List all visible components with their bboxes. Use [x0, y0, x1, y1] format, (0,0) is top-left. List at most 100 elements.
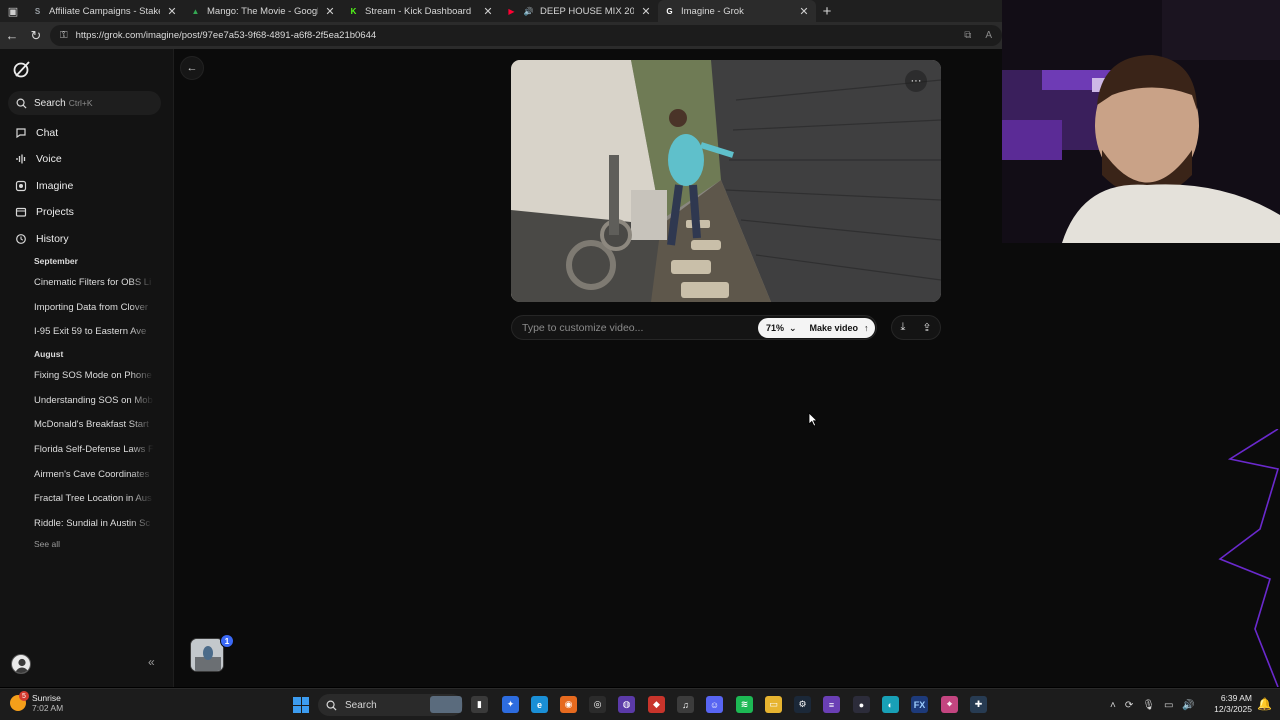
sidebar-item-chat[interactable]: Chat: [8, 122, 163, 144]
share-icon[interactable]: ⇪: [922, 321, 931, 334]
back-arrow-icon[interactable]: ←: [180, 56, 204, 80]
app-available-icon[interactable]: ⧉: [964, 30, 971, 41]
network-icon[interactable]: ▭: [1164, 700, 1173, 711]
tab-close-icon[interactable]: ✕: [482, 5, 494, 18]
system-clock[interactable]: 6:39 AM 12/3/2025: [1212, 693, 1252, 715]
discord-icon[interactable]: ☺: [706, 696, 723, 713]
mouse-cursor-icon: [808, 412, 818, 427]
tab-google-drive[interactable]: ▲ Mango: The Movie - Google Drive ✕: [184, 0, 342, 22]
weather-widget[interactable]: 5 Sunrise 7:02 AM: [10, 691, 64, 713]
system-tray: ˄ ⟳ 🎙 ▭ 🔊: [1110, 689, 1195, 720]
history-item[interactable]: Importing Data from Clover: [34, 302, 154, 313]
sun-weather-icon: 5: [10, 691, 29, 711]
video-editor-icon[interactable]: ≡: [823, 696, 840, 713]
tab-title: Imagine - Grok: [681, 5, 744, 17]
strength-value: 71%: [766, 323, 785, 333]
steam-icon[interactable]: ⚙: [794, 696, 811, 713]
read-aloud-icon[interactable]: A: [985, 30, 992, 41]
app-teal-icon[interactable]: ◐: [882, 696, 899, 713]
weather-title: Sunrise: [32, 693, 61, 703]
strength-dropdown[interactable]: 71% ⌄: [758, 318, 805, 338]
new-tab-plus-icon[interactable]: +: [816, 0, 838, 22]
history-clock-icon: [15, 233, 27, 245]
tab-close-icon[interactable]: ✕: [324, 5, 336, 18]
sidebar-search[interactable]: Search Ctrl+K: [8, 91, 161, 115]
history-item[interactable]: Airmen's Cave Coordinates: [34, 469, 154, 480]
site-info-icon[interactable]: ⚿: [60, 30, 68, 41]
history-item[interactable]: Riddle: Sundial in Austin Sc: [34, 518, 154, 529]
tab-close-icon[interactable]: ✕: [166, 5, 178, 18]
folder-icon: [15, 206, 27, 218]
webcam-feed: [1002, 0, 1280, 243]
speaker-icon[interactable]: 🔊: [523, 6, 534, 17]
make-video-label: Make video: [809, 323, 859, 333]
weather-time: 7:02 AM: [32, 703, 64, 713]
grok-logo-icon[interactable]: [12, 59, 32, 79]
window-menu-icon[interactable]: ▣: [0, 0, 26, 22]
see-all-link[interactable]: See all: [34, 539, 60, 549]
avatar[interactable]: [11, 654, 31, 674]
url-text: https://grok.com/imagine/post/97ee7a53-9…: [75, 30, 377, 41]
attachment-thumbnail[interactable]: [190, 638, 224, 672]
tab-title: Affiliate Campaigns - Stake.us: [49, 5, 160, 17]
sidebar-item-history[interactable]: History: [8, 228, 163, 250]
app-red-icon[interactable]: ◆: [648, 696, 665, 713]
make-video-button[interactable]: Make video ↑: [803, 318, 875, 338]
sidebar-item-projects[interactable]: Projects: [8, 201, 163, 223]
davinci-resolve-icon[interactable]: ✚: [970, 696, 987, 713]
microphone-icon[interactable]: 🎙: [1142, 700, 1155, 711]
tray-chevron-up-icon[interactable]: ˄: [1110, 700, 1116, 711]
history-item[interactable]: Cinematic Filters for OBS Li: [34, 277, 154, 288]
volume-icon[interactable]: 🔊: [1182, 700, 1194, 711]
more-options-icon[interactable]: ···: [905, 70, 927, 92]
video-actions: ⤓ ⇪: [891, 315, 941, 340]
sidebar-item-label: Voice: [36, 153, 62, 165]
file-explorer-icon[interactable]: ▭: [765, 696, 782, 713]
collapse-sidebar-icon[interactable]: «: [148, 655, 155, 669]
generated-video[interactable]: ···: [511, 60, 941, 302]
history-item[interactable]: Understanding SOS on Mob: [34, 395, 154, 406]
tab-close-icon[interactable]: ✕: [640, 5, 652, 18]
tab-title: Stream - Kick Dashboard: [365, 5, 472, 17]
start-windows-icon[interactable]: [293, 697, 309, 713]
search-icon: [326, 700, 337, 711]
news-widget-icon[interactable]: [430, 696, 462, 713]
search-icon: [16, 98, 27, 109]
fx-app-icon[interactable]: FX: [911, 696, 928, 713]
map-pin-icon[interactable]: ⌖: [941, 696, 958, 713]
obs-icon[interactable]: ◍: [618, 696, 635, 713]
tab-close-icon[interactable]: ✕: [798, 5, 810, 18]
chrome-icon[interactable]: ◎: [589, 696, 606, 713]
browser-tab-strip: ▣ S Affiliate Campaigns - Stake.us ✕ ▲ M…: [0, 0, 1002, 22]
history-item[interactable]: Florida Self-Defense Laws F: [34, 444, 154, 455]
edge-browser-icon[interactable]: e: [531, 696, 548, 713]
tray-sync-icon[interactable]: ⟳: [1125, 700, 1133, 711]
sidebar-item-imagine[interactable]: Imagine: [8, 175, 163, 197]
customize-video-input[interactable]: [522, 321, 754, 334]
reload-icon[interactable]: ↻: [24, 22, 48, 49]
history-item[interactable]: McDonald's Breakfast Start: [34, 419, 154, 430]
sidebar-item-voice[interactable]: Voice: [8, 148, 163, 170]
copilot-icon[interactable]: ✦: [502, 696, 519, 713]
notification-bell-icon[interactable]: 🔔: [1257, 697, 1272, 711]
task-view-icon[interactable]: ▮: [471, 696, 488, 713]
video-frame: [511, 60, 941, 302]
history-group-heading: September: [34, 256, 78, 266]
tab-youtube[interactable]: ▶ 🔊 DEEP HOUSE MIX 2025 - YouTube ✕: [500, 0, 658, 22]
app-dark-icon[interactable]: ●: [853, 696, 870, 713]
history-item[interactable]: I-95 Exit 59 to Eastern Ave: [34, 326, 154, 337]
tab-kick[interactable]: K Stream - Kick Dashboard ✕: [342, 0, 500, 22]
download-icon[interactable]: ⤓: [900, 321, 905, 334]
google-drive-icon: ▲: [191, 6, 200, 16]
tab-grok[interactable]: G Imagine - Grok ✕: [658, 0, 816, 22]
back-arrow-icon[interactable]: ←: [0, 22, 24, 49]
history-item[interactable]: Fixing SOS Mode on Phone: [34, 370, 154, 381]
spotify-icon[interactable]: ≋: [736, 696, 753, 713]
history-group-heading: August: [34, 349, 64, 359]
address-bar[interactable]: ⚿ https://grok.com/imagine/post/97ee7a53…: [50, 25, 1002, 46]
tab-stake[interactable]: S Affiliate Campaigns - Stake.us ✕: [26, 0, 184, 22]
history-item[interactable]: Fractal Tree Location in Aus: [34, 493, 154, 504]
sidebar-item-label: History: [36, 233, 69, 245]
music-icon[interactable]: ♫: [677, 696, 694, 713]
firefox-icon[interactable]: ◉: [560, 696, 577, 713]
